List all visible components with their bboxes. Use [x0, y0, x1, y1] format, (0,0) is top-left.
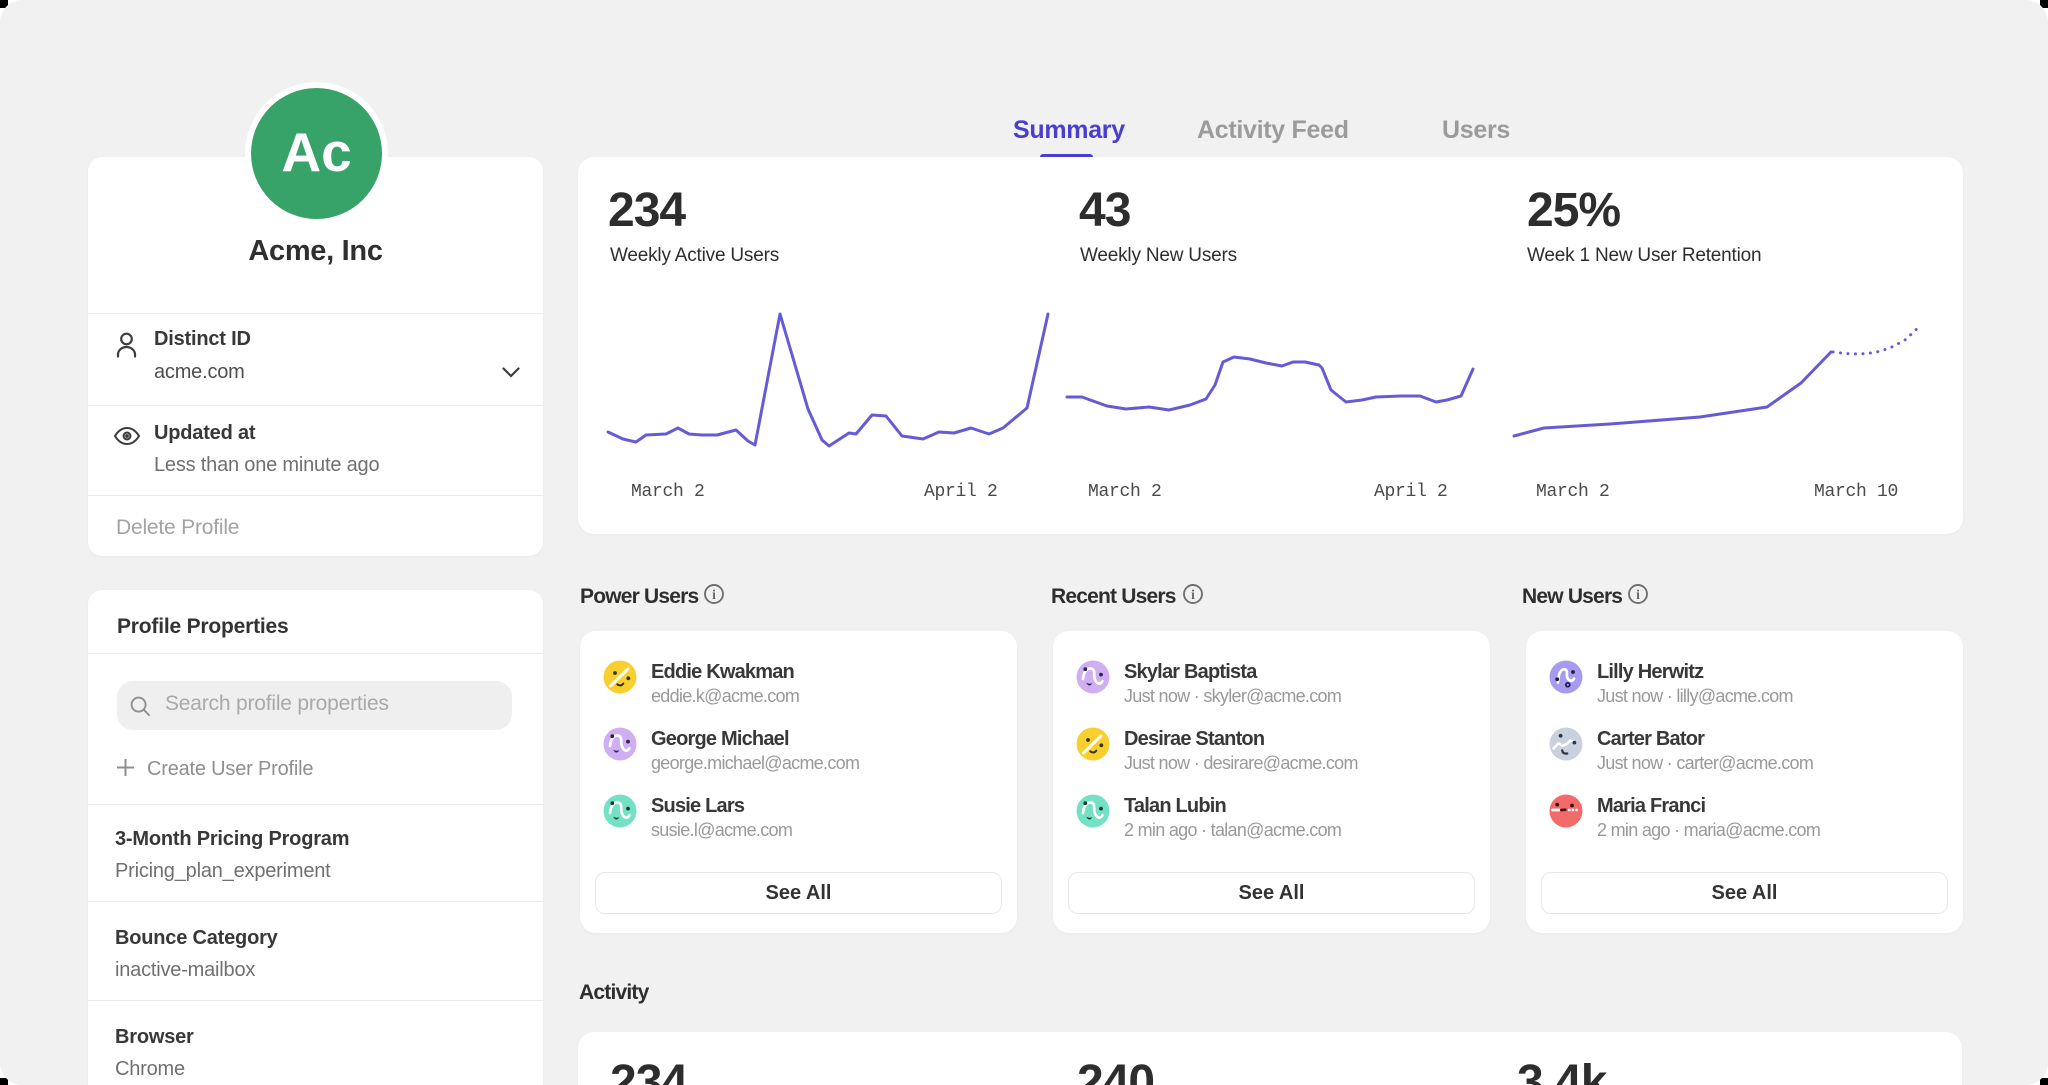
svg-text:i: i [1191, 587, 1195, 602]
svg-text:i: i [712, 587, 716, 602]
svg-text:i: i [1636, 587, 1640, 602]
